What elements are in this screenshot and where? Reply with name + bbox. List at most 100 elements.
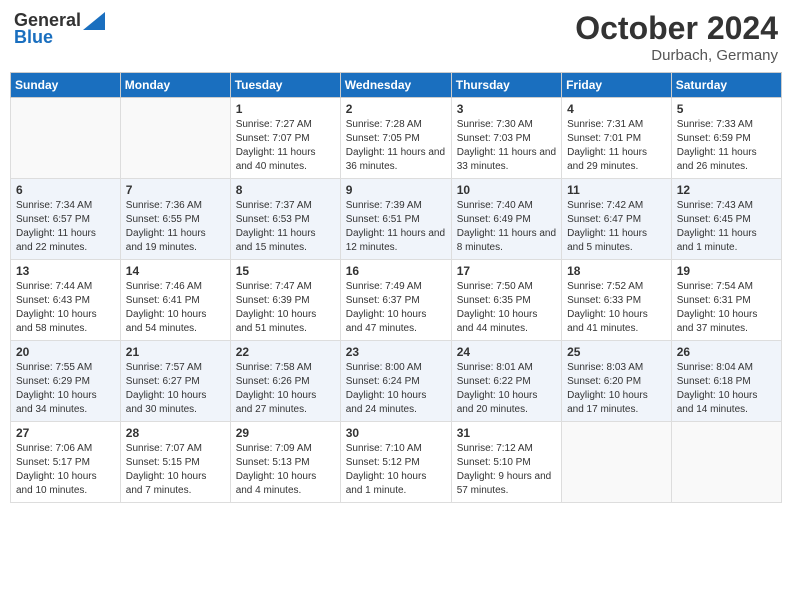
day-number: 29 bbox=[236, 426, 335, 440]
day-number: 12 bbox=[677, 183, 776, 197]
logo-icon bbox=[83, 12, 105, 30]
day-info: Sunrise: 8:03 AMSunset: 6:20 PMDaylight:… bbox=[567, 361, 666, 417]
day-cell: 29 Sunrise: 7:09 AMSunset: 5:13 PMDayligh… bbox=[230, 422, 340, 503]
day-number: 15 bbox=[236, 264, 335, 278]
week-row-2: 6 Sunrise: 7:34 AMSunset: 6:57 PMDaylight… bbox=[11, 179, 782, 260]
day-number: 6 bbox=[16, 183, 115, 197]
day-cell: 20 Sunrise: 7:55 AMSunset: 6:29 PMDayligh… bbox=[11, 341, 121, 422]
day-cell: 25 Sunrise: 8:03 AMSunset: 6:20 PMDayligh… bbox=[562, 341, 672, 422]
day-info: Sunrise: 7:57 AMSunset: 6:27 PMDaylight:… bbox=[126, 361, 225, 417]
day-number: 28 bbox=[126, 426, 225, 440]
week-row-1: 1 Sunrise: 7:27 AMSunset: 7:07 PMDaylight… bbox=[11, 98, 782, 179]
day-info: Sunrise: 8:00 AMSunset: 6:24 PMDaylight:… bbox=[346, 361, 446, 417]
calendar-table: SundayMondayTuesdayWednesdayThursdayFrid… bbox=[10, 72, 782, 503]
day-info: Sunrise: 7:09 AMSunset: 5:13 PMDaylight:… bbox=[236, 442, 335, 498]
day-cell: 31Sunrise: 7:12 AMSunset: 5:10 PMDayligh… bbox=[451, 422, 561, 503]
day-number: 5 bbox=[677, 102, 776, 116]
day-info: Sunrise: 7:39 AMSunset: 6:51 PMDaylight:… bbox=[346, 199, 446, 255]
day-number: 20 bbox=[16, 345, 115, 359]
title-block: October 2024 Durbach, Germany bbox=[575, 10, 778, 64]
day-info: Sunrise: 7:27 AMSunset: 7:07 PMDaylight:… bbox=[236, 118, 335, 174]
col-header-wednesday: Wednesday bbox=[340, 73, 451, 98]
day-cell: 14 Sunrise: 7:46 AMSunset: 6:41 PMDayligh… bbox=[120, 260, 230, 341]
page-header: General Blue October 2024 Durbach, Germa… bbox=[10, 10, 782, 64]
day-cell: 11 Sunrise: 7:42 AMSunset: 6:47 PMDayligh… bbox=[562, 179, 672, 260]
col-header-tuesday: Tuesday bbox=[230, 73, 340, 98]
logo: General Blue bbox=[14, 10, 105, 48]
day-cell: 15 Sunrise: 7:47 AMSunset: 6:39 PMDayligh… bbox=[230, 260, 340, 341]
day-number: 25 bbox=[567, 345, 666, 359]
day-cell: 8Sunrise: 7:37 AMSunset: 6:53 PMDaylight… bbox=[230, 179, 340, 260]
day-number: 7 bbox=[126, 183, 225, 197]
day-cell: 10 Sunrise: 7:40 AMSunset: 6:49 PMDayligh… bbox=[451, 179, 561, 260]
day-info: Sunrise: 7:34 AMSunset: 6:57 PMDaylight:… bbox=[16, 199, 115, 255]
week-row-4: 20 Sunrise: 7:55 AMSunset: 6:29 PMDayligh… bbox=[11, 341, 782, 422]
day-cell: 4 Sunrise: 7:31 AMSunset: 7:01 PMDaylight… bbox=[562, 98, 672, 179]
day-info: Sunrise: 7:55 AMSunset: 6:29 PMDaylight:… bbox=[16, 361, 115, 417]
day-info: Sunrise: 7:12 AMSunset: 5:10 PMDaylight:… bbox=[457, 442, 556, 498]
day-cell bbox=[671, 422, 781, 503]
week-row-3: 13 Sunrise: 7:44 AMSunset: 6:43 PMDayligh… bbox=[11, 260, 782, 341]
day-cell bbox=[120, 98, 230, 179]
day-number: 18 bbox=[567, 264, 666, 278]
day-number: 9 bbox=[346, 183, 446, 197]
day-info: Sunrise: 7:33 AMSunset: 6:59 PMDaylight:… bbox=[677, 118, 776, 174]
day-number: 13 bbox=[16, 264, 115, 278]
location-title: Durbach, Germany bbox=[575, 47, 778, 64]
day-cell: 16 Sunrise: 7:49 AMSunset: 6:37 PMDayligh… bbox=[340, 260, 451, 341]
col-header-friday: Friday bbox=[562, 73, 672, 98]
day-info: Sunrise: 7:46 AMSunset: 6:41 PMDaylight:… bbox=[126, 280, 225, 336]
day-info: Sunrise: 7:36 AMSunset: 6:55 PMDaylight:… bbox=[126, 199, 225, 255]
day-number: 8 bbox=[236, 183, 335, 197]
day-cell: 2Sunrise: 7:28 AMSunset: 7:05 PMDaylight… bbox=[340, 98, 451, 179]
day-info: Sunrise: 8:04 AMSunset: 6:18 PMDaylight:… bbox=[677, 361, 776, 417]
day-number: 11 bbox=[567, 183, 666, 197]
day-number: 19 bbox=[677, 264, 776, 278]
day-cell: 7 Sunrise: 7:36 AMSunset: 6:55 PMDaylight… bbox=[120, 179, 230, 260]
week-row-5: 27 Sunrise: 7:06 AMSunset: 5:17 PMDayligh… bbox=[11, 422, 782, 503]
day-number: 10 bbox=[457, 183, 556, 197]
day-info: Sunrise: 7:47 AMSunset: 6:39 PMDaylight:… bbox=[236, 280, 335, 336]
day-number: 16 bbox=[346, 264, 446, 278]
day-info: Sunrise: 7:52 AMSunset: 6:33 PMDaylight:… bbox=[567, 280, 666, 336]
day-info: Sunrise: 7:49 AMSunset: 6:37 PMDaylight:… bbox=[346, 280, 446, 336]
day-info: Sunrise: 7:40 AMSunset: 6:49 PMDaylight:… bbox=[457, 199, 556, 255]
day-info: Sunrise: 7:50 AMSunset: 6:35 PMDaylight:… bbox=[457, 280, 556, 336]
day-cell: 21 Sunrise: 7:57 AMSunset: 6:27 PMDayligh… bbox=[120, 341, 230, 422]
header-row: SundayMondayTuesdayWednesdayThursdayFrid… bbox=[11, 73, 782, 98]
day-number: 4 bbox=[567, 102, 666, 116]
day-cell: 30Sunrise: 7:10 AMSunset: 5:12 PMDayligh… bbox=[340, 422, 451, 503]
day-number: 22 bbox=[236, 345, 335, 359]
day-cell: 28 Sunrise: 7:07 AMSunset: 5:15 PMDayligh… bbox=[120, 422, 230, 503]
day-cell: 27 Sunrise: 7:06 AMSunset: 5:17 PMDayligh… bbox=[11, 422, 121, 503]
day-cell: 6 Sunrise: 7:34 AMSunset: 6:57 PMDaylight… bbox=[11, 179, 121, 260]
day-info: Sunrise: 7:43 AMSunset: 6:45 PMDaylight:… bbox=[677, 199, 776, 255]
col-header-sunday: Sunday bbox=[11, 73, 121, 98]
day-info: Sunrise: 7:31 AMSunset: 7:01 PMDaylight:… bbox=[567, 118, 666, 174]
day-cell: 9 Sunrise: 7:39 AMSunset: 6:51 PMDaylight… bbox=[340, 179, 451, 260]
day-info: Sunrise: 7:44 AMSunset: 6:43 PMDaylight:… bbox=[16, 280, 115, 336]
day-cell: 23 Sunrise: 8:00 AMSunset: 6:24 PMDayligh… bbox=[340, 341, 451, 422]
day-number: 1 bbox=[236, 102, 335, 116]
col-header-monday: Monday bbox=[120, 73, 230, 98]
day-number: 14 bbox=[126, 264, 225, 278]
day-cell: 26 Sunrise: 8:04 AMSunset: 6:18 PMDayligh… bbox=[671, 341, 781, 422]
day-cell: 24Sunrise: 8:01 AMSunset: 6:22 PMDayligh… bbox=[451, 341, 561, 422]
day-cell: 17Sunrise: 7:50 AMSunset: 6:35 PMDayligh… bbox=[451, 260, 561, 341]
day-info: Sunrise: 7:07 AMSunset: 5:15 PMDaylight:… bbox=[126, 442, 225, 498]
day-number: 24 bbox=[457, 345, 556, 359]
day-number: 27 bbox=[16, 426, 115, 440]
day-info: Sunrise: 7:42 AMSunset: 6:47 PMDaylight:… bbox=[567, 199, 666, 255]
day-info: Sunrise: 7:28 AMSunset: 7:05 PMDaylight:… bbox=[346, 118, 446, 174]
day-info: Sunrise: 7:30 AMSunset: 7:03 PMDaylight:… bbox=[457, 118, 556, 174]
day-info: Sunrise: 7:06 AMSunset: 5:17 PMDaylight:… bbox=[16, 442, 115, 498]
col-header-thursday: Thursday bbox=[451, 73, 561, 98]
day-number: 26 bbox=[677, 345, 776, 359]
day-cell: 19 Sunrise: 7:54 AMSunset: 6:31 PMDayligh… bbox=[671, 260, 781, 341]
day-cell bbox=[11, 98, 121, 179]
day-number: 21 bbox=[126, 345, 225, 359]
day-cell bbox=[562, 422, 672, 503]
day-info: Sunrise: 7:54 AMSunset: 6:31 PMDaylight:… bbox=[677, 280, 776, 336]
month-title: October 2024 bbox=[575, 10, 778, 47]
day-number: 23 bbox=[346, 345, 446, 359]
